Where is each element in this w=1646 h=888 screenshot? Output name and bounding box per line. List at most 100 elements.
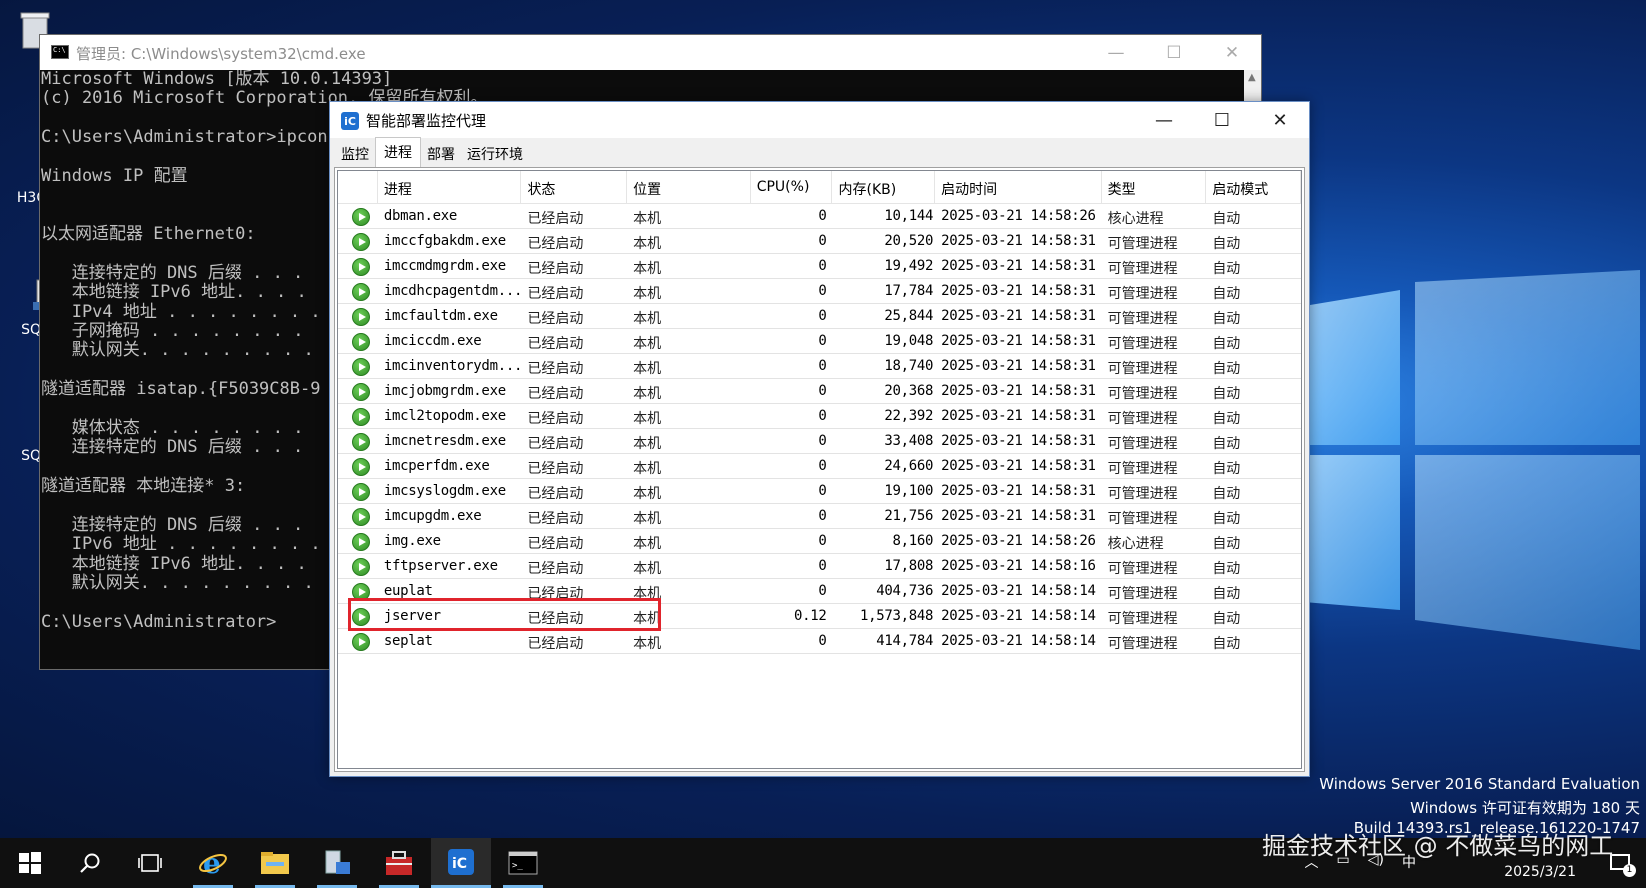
cell-mem: 19,100 [884,483,934,499]
cell-start: 2025-03-21 14:58:31 [941,458,1096,474]
table-row[interactable]: imccmdmgrdm.exe 已经启动 本机 0 19,492 2025-03-21 1… [338,254,1301,279]
column-header-state[interactable]: 状态 [521,171,628,203]
tab-monitor[interactable]: 监控 [335,141,375,167]
maximize-button[interactable]: ☐ [1145,35,1203,70]
cell-mode: 自动 [1212,486,1241,502]
close-button[interactable]: ✕ [1251,102,1309,138]
table-row[interactable]: imcnetresdm.exe 已经启动 本机 0 33,408 2025-03-21 1… [338,429,1301,454]
cell-type: 可管理进程 [1107,586,1178,602]
toolbox-icon [386,851,412,875]
taskbar-toolbox-app[interactable] [369,838,429,888]
table-row[interactable]: imciccdm.exe 已经启动 本机 0 19,048 2025-03-21 14:5… [338,329,1301,354]
taskbar-cmd[interactable]: >_ [493,838,553,888]
table-row[interactable]: imcdhcpagentdm.... 已经启动 本机 0 17,784 2025-03-2… [338,279,1301,304]
cell-cpu: 0 [818,408,827,424]
minimize-button[interactable]: — [1087,35,1145,70]
column-header-memory[interactable]: 内存(KB) [832,171,936,203]
command-prompt-icon: >_ [508,851,538,875]
tab-process[interactable]: 进程 [375,137,421,168]
running-status-icon [352,333,370,351]
status-cell [338,379,378,403]
table-row[interactable]: jserver 已经启动 本机 0.12 1,573,848 2025-03-21 14:… [338,604,1301,629]
taskbar-date[interactable]: 2025/3/21 [1504,864,1576,880]
cell-type: 可管理进程 [1107,461,1178,477]
tab-runtime[interactable]: 运行环境 [461,141,529,167]
cell-start: 2025-03-21 14:58:31 [941,508,1096,524]
table-row[interactable]: tftpserver.exe 已经启动 本机 0 17,808 2025-03-21 14… [338,554,1301,579]
column-header-icon[interactable] [338,171,378,203]
column-header-start-mode[interactable]: 启动模式 [1206,171,1301,203]
cell-loc: 本机 [633,211,662,227]
monitor-window[interactable]: iC 智能部署监控代理 — ☐ ✕ 监控 进程 部署 运行环境 进程 状态 位置… [329,101,1310,777]
taskbar-internet-explorer[interactable]: e [183,838,243,888]
status-cell [338,554,378,578]
table-row[interactable]: imcfaultdm.exe 已经启动 本机 0 25,844 2025-03-21 14… [338,304,1301,329]
cell-type: 可管理进程 [1107,486,1178,502]
start-button[interactable] [0,838,60,888]
cell-state: 已经启动 [527,586,584,602]
cell-type: 可管理进程 [1107,436,1178,452]
cell-state: 已经启动 [527,361,584,377]
table-row[interactable]: euplat 已经启动 本机 0 404,736 2025-03-21 14:58:14 可… [338,579,1301,604]
cell-start: 2025-03-21 14:58:14 [941,583,1096,599]
cell-name: imcperfdm.exe [383,458,490,474]
table-row[interactable]: imcsyslogdm.exe 已经启动 本机 0 19,100 2025-03-21 1… [338,479,1301,504]
column-header-location[interactable]: 位置 [627,171,751,203]
cell-start: 2025-03-21 14:58:31 [941,283,1096,299]
table-row[interactable]: dbman.exe 已经启动 本机 0 10,144 2025-03-21 14:58:2… [338,204,1301,229]
status-cell [338,404,378,428]
cell-name: euplat [383,583,433,599]
cell-state: 已经启动 [527,261,584,277]
cell-mode: 自动 [1212,436,1241,452]
cell-loc: 本机 [633,311,662,327]
cell-start: 2025-03-21 14:58:31 [941,433,1096,449]
cell-cpu: 0 [818,633,827,649]
cell-mem: 10,144 [884,208,934,224]
table-row[interactable]: imcl2topodm.exe 已经启动 本机 0 22,392 2025-03-21 1… [338,404,1301,429]
table-row[interactable]: imccfgbakdm.exe 已经启动 本机 0 20,520 2025-03-21 1… [338,229,1301,254]
table-row[interactable]: imcperfdm.exe 已经启动 本机 0 24,660 2025-03-21 14:… [338,454,1301,479]
cell-state: 已经启动 [527,286,584,302]
maximize-button[interactable]: ☐ [1193,102,1251,138]
svg-text:e: e [203,848,221,878]
cell-mode: 自动 [1212,586,1241,602]
cell-state: 已经启动 [527,536,584,552]
scroll-up-icon[interactable]: ▲ [1248,72,1256,83]
file-explorer-icon [261,852,289,874]
cell-loc: 本机 [633,286,662,302]
cell-cpu: 0 [818,258,827,274]
column-header-cpu[interactable]: CPU(%) [751,171,833,203]
status-cell [338,629,378,653]
tab-deploy[interactable]: 部署 [421,141,461,167]
monitor-titlebar[interactable]: iC 智能部署监控代理 — ☐ ✕ [330,102,1309,138]
cmd-titlebar[interactable]: 管理员: C:\Windows\system32\cmd.exe — ☐ ✕ [40,35,1261,70]
search-button[interactable] [60,838,120,888]
close-button[interactable]: ✕ [1203,35,1261,70]
minimize-button[interactable]: — [1135,102,1193,138]
column-header-start-time[interactable]: 启动时间 [935,171,1102,203]
taskbar-monitor-agent[interactable]: iC [431,838,491,888]
table-row[interactable]: img.exe 已经启动 本机 0 8,160 2025-03-21 14:58:26 核心… [338,529,1301,554]
table-row[interactable]: seplat 已经启动 本机 0 414,784 2025-03-21 14:58:14 可… [338,629,1301,654]
table-row[interactable]: imcinventorydm.... 已经启动 本机 0 18,740 2025-03-2… [338,354,1301,379]
taskbar-file-explorer[interactable] [245,838,305,888]
cell-mem: 18,740 [884,358,934,374]
running-status-icon [352,358,370,376]
column-header-type[interactable]: 类型 [1102,171,1207,203]
cell-cpu: 0 [818,508,827,524]
process-panel: 进程 状态 位置 CPU(%) 内存(KB) 启动时间 类型 启动模式 dbma… [334,167,1305,772]
process-list-header: 进程 状态 位置 CPU(%) 内存(KB) 启动时间 类型 启动模式 [338,171,1301,204]
cell-state: 已经启动 [527,486,584,502]
cell-type: 可管理进程 [1107,636,1178,652]
process-rows: dbman.exe 已经启动 本机 0 10,144 2025-03-21 14:58:2… [338,204,1301,654]
task-view-button[interactable] [120,838,180,888]
table-row[interactable]: imcjobmgrdm.exe 已经启动 本机 0 20,368 2025-03-21 1… [338,379,1301,404]
process-list[interactable]: 进程 状态 位置 CPU(%) 内存(KB) 启动时间 类型 启动模式 dbma… [337,170,1302,769]
cell-mem: 21,756 [884,508,934,524]
table-row[interactable]: imcupgdm.exe 已经启动 本机 0 21,756 2025-03-21 14:5… [338,504,1301,529]
cell-cpu: 0 [818,383,827,399]
status-cell [338,204,378,228]
cell-start: 2025-03-21 14:58:31 [941,333,1096,349]
taskbar-server-manager[interactable] [307,838,367,888]
column-header-process[interactable]: 进程 [378,171,522,203]
